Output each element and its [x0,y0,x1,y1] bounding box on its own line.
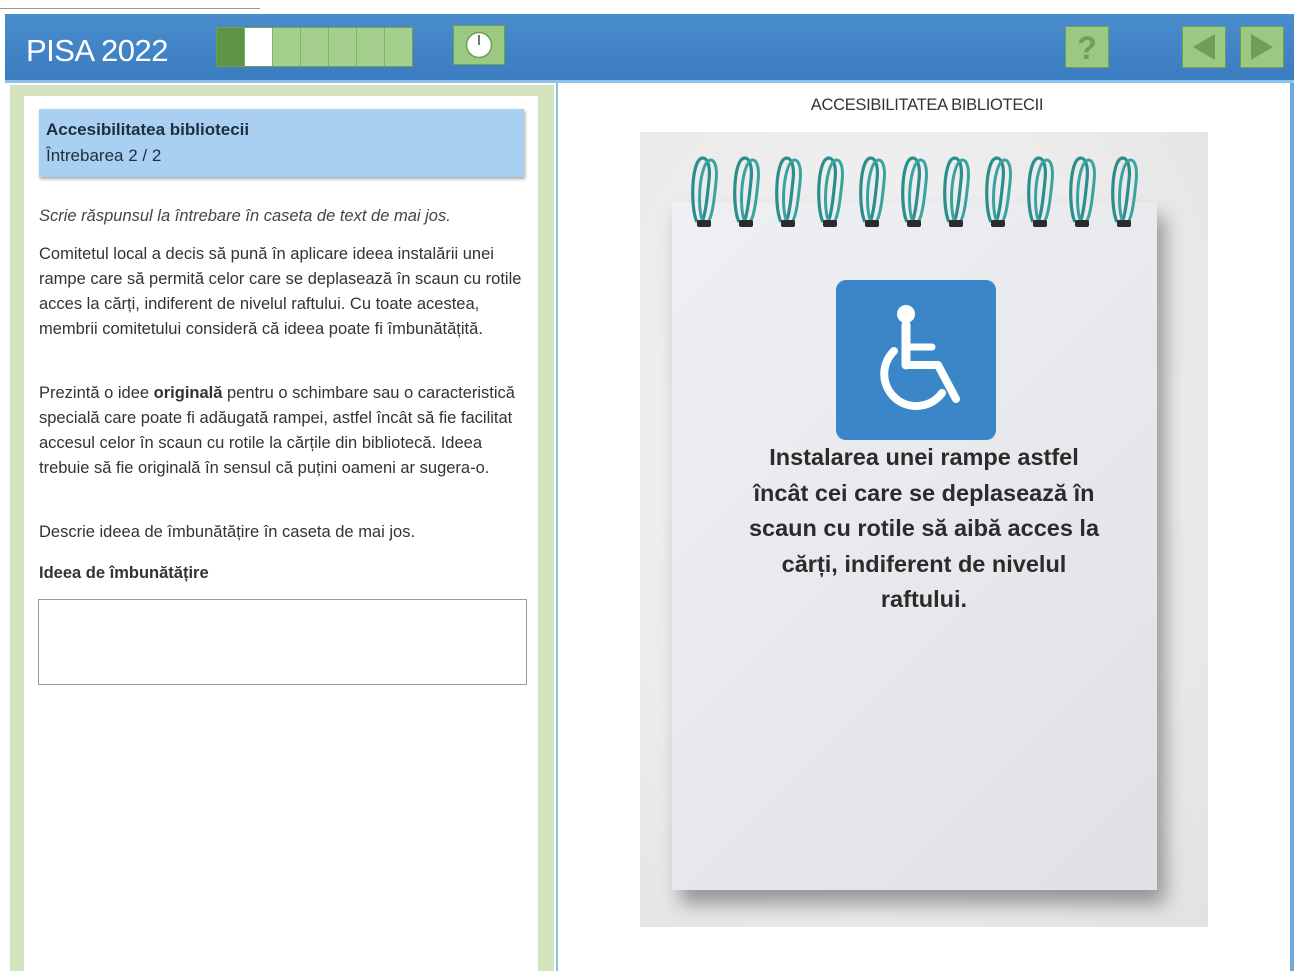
paragraph-2-bold: originală [153,384,223,402]
question-paragraph-2: Prezintă o idee originală pentru o schim… [39,381,531,481]
app-title: PISA 2022 [26,33,169,68]
spiral-binding [691,156,1139,229]
progress-segment [217,28,245,66]
question-panel: Accesibilitatea bibliotecii Întrebarea 2… [24,96,538,971]
progress-segment [273,28,301,66]
top-divider [0,8,260,9]
answer-textbox[interactable] [38,599,527,685]
paragraph-2-start: Prezintă o idee [39,384,154,402]
help-button[interactable]: ? [1065,26,1109,68]
progress-segment [329,28,357,66]
question-number: Întrebarea 2 / 2 [46,146,162,165]
question-paragraph-3: Descrie ideea de îmbunătățire în caseta … [39,523,416,541]
progress-segment [357,28,385,66]
back-button[interactable] [1182,26,1226,68]
progress-segment [385,28,412,66]
next-button[interactable] [1240,26,1284,68]
clock-icon [465,31,493,59]
notebook-text: Instalarea unei rampe astfel încât cei c… [748,444,1100,612]
arrow-left-icon [1193,34,1215,60]
answer-label: Ideea de îmbunătățire [39,564,209,582]
question-paragraph-1: Comitetul local a decis să pună în aplic… [39,245,522,338]
wheelchair-icon [880,305,960,410]
question-mark-icon: ? [1077,30,1097,64]
timer-button[interactable] [453,25,505,65]
arrow-right-icon [1251,34,1273,60]
progress-segment [301,28,329,66]
question-header-card: Accesibilitatea bibliotecii Întrebarea 2… [39,109,524,177]
progress-segment-current [245,28,273,66]
question-title: Accesibilitatea bibliotecii [46,120,250,139]
stimulus-title: ACCESIBILITATEA BIBLIOTECII [810,96,1044,114]
progress-bar [216,27,413,67]
svg-text:?: ? [1077,30,1097,64]
wheelchair-sign [836,280,996,440]
question-panel-frame: Accesibilitatea bibliotecii Întrebarea 2… [10,85,554,971]
header-bar: PISA 2022 ? [5,14,1294,83]
instruction-text: Scrie răspunsul la întrebare în caseta d… [39,207,451,225]
